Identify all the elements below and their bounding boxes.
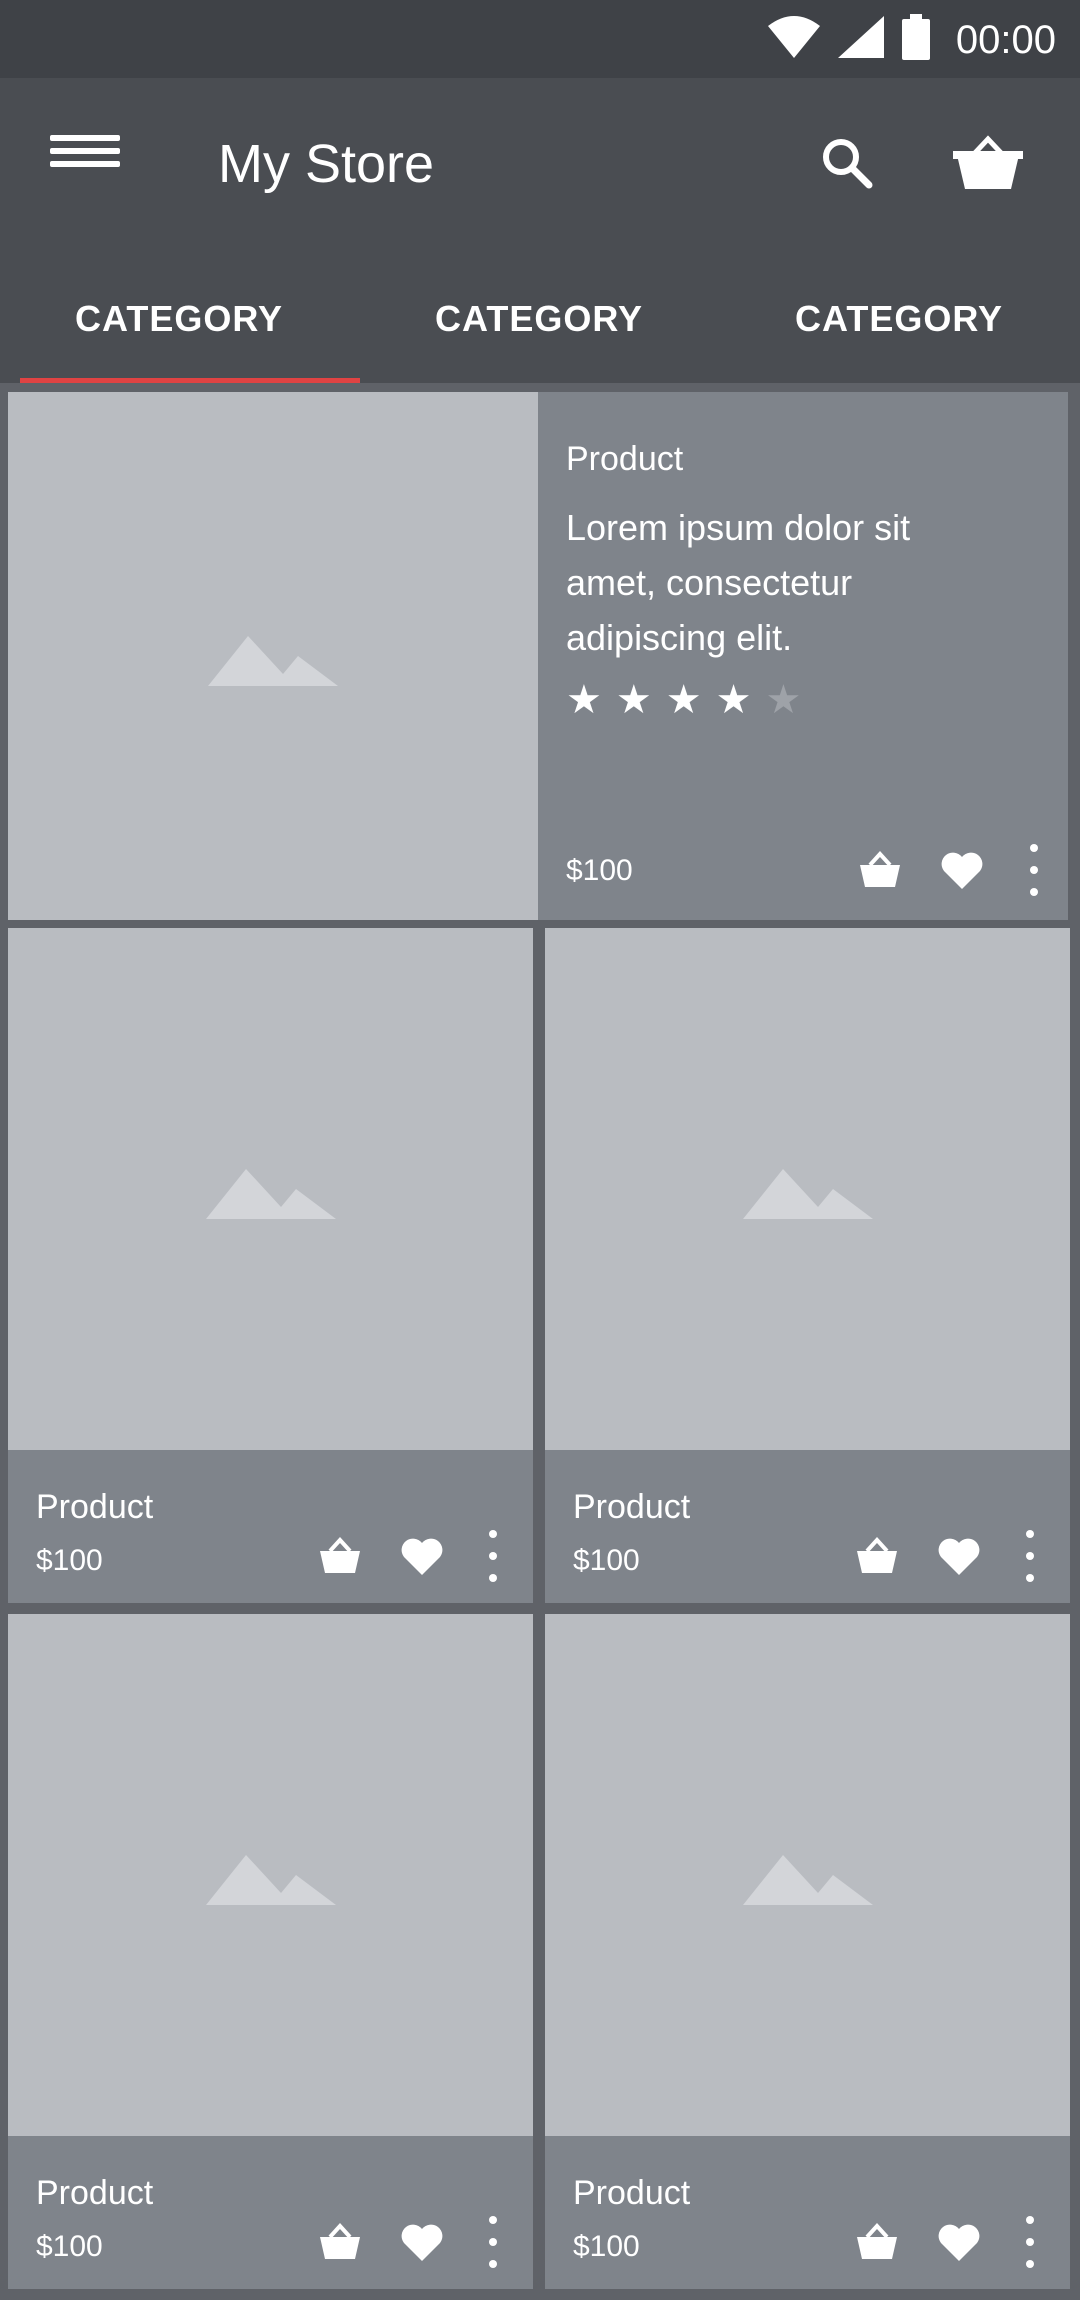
tab-category-3[interactable]: CATEGORY [795, 298, 1003, 340]
image-placeholder-icon [742, 1855, 873, 1905]
product-image[interactable] [545, 1614, 1070, 2136]
product-card[interactable]: Product $100 [8, 928, 533, 1603]
basket-icon[interactable] [314, 2216, 366, 2268]
product-price: $100 [566, 854, 633, 887]
heart-icon[interactable] [933, 2216, 985, 2268]
basket-icon[interactable] [314, 1530, 366, 1582]
wifi-icon [768, 16, 820, 58]
star-icon: ★ [566, 678, 602, 722]
heart-icon[interactable] [396, 1530, 448, 1582]
tab-category-2[interactable]: CATEGORY [435, 298, 643, 340]
product-card[interactable]: Product $100 [8, 1614, 533, 2289]
product-price: $100 [36, 1544, 103, 1577]
product-name: Product [573, 2174, 691, 2212]
heart-icon[interactable] [933, 1530, 985, 1582]
tab-indicator [20, 378, 360, 383]
shopping-basket-icon[interactable] [948, 128, 1028, 198]
featured-product-card[interactable]: Product Lorem ipsum dolor sit amet, cons… [8, 392, 1068, 920]
category-tabs: CATEGORY CATEGORY CATEGORY [0, 228, 1080, 383]
product-name: Product [566, 440, 684, 478]
star-icon: ★ [615, 678, 652, 722]
product-card[interactable]: Product $100 [545, 928, 1070, 1603]
heart-icon[interactable] [936, 844, 988, 896]
more-vert-icon[interactable] [483, 1530, 503, 1582]
image-placeholder-icon [742, 1169, 873, 1219]
image-placeholder-icon [208, 636, 338, 686]
basket-icon[interactable] [851, 1530, 903, 1582]
product-name: Product [36, 2174, 154, 2212]
product-image[interactable] [8, 1614, 533, 2136]
more-vert-icon[interactable] [1020, 1530, 1040, 1582]
more-vert-icon[interactable] [483, 2216, 503, 2268]
image-placeholder-icon [205, 1855, 336, 1905]
toolbar: My Store [0, 78, 1080, 228]
star-icon: ★ [715, 678, 752, 722]
product-price: $100 [573, 2230, 640, 2263]
product-image[interactable] [8, 392, 538, 920]
product-name: Product [36, 1488, 154, 1526]
image-placeholder-icon [205, 1169, 336, 1219]
basket-icon[interactable] [854, 844, 906, 896]
signal-icon [838, 16, 884, 58]
search-icon[interactable] [812, 128, 882, 198]
rating-stars: ★ ★ ★ ★ ★ [566, 680, 801, 720]
more-vert-icon[interactable] [1020, 2216, 1040, 2268]
battery-icon [902, 14, 930, 60]
product-price: $100 [36, 2230, 103, 2263]
product-image[interactable] [8, 928, 533, 1450]
menu-icon[interactable] [50, 128, 120, 188]
basket-icon[interactable] [851, 2216, 903, 2268]
product-description: Lorem ipsum dolor sit amet, consectetur … [566, 507, 911, 658]
status-bar: 00:00 [0, 0, 1080, 78]
star-icon: ★ [665, 678, 702, 722]
tab-category-1[interactable]: CATEGORY [75, 298, 283, 340]
page-title: My Store [218, 134, 435, 194]
heart-icon[interactable] [396, 2216, 448, 2268]
star-icon: ★ [765, 678, 802, 722]
more-vert-icon[interactable] [1024, 844, 1044, 896]
product-price: $100 [573, 1544, 640, 1577]
product-card[interactable]: Product $100 [545, 1614, 1070, 2289]
product-image[interactable] [545, 928, 1070, 1450]
status-time: 00:00 [955, 18, 1056, 62]
product-name: Product [573, 1488, 691, 1526]
